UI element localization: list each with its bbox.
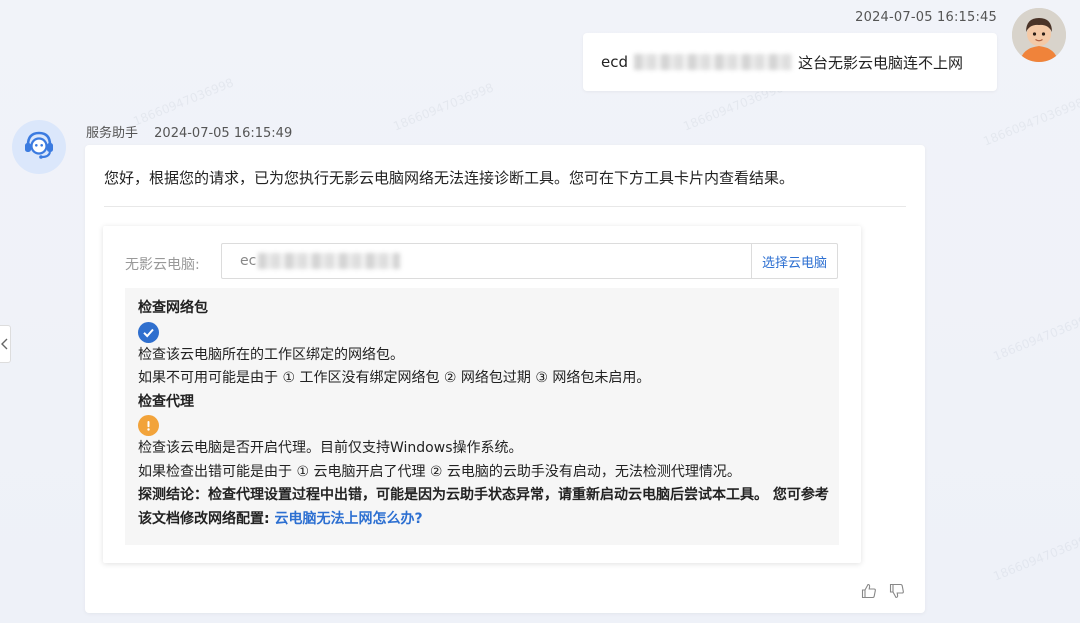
- user-message-prefix: ecd: [601, 53, 628, 71]
- redacted-id: [258, 253, 401, 269]
- watermark: 18660947036998: [991, 530, 1080, 584]
- assistant-intro-text: 您好，根据您的请求，已为您执行无影云电脑网络无法连接诊断工具。您可在下方工具卡片…: [104, 169, 795, 187]
- watermark: 18660947036998: [391, 80, 496, 134]
- check-icon: [138, 321, 159, 343]
- check-note-proxy: 如果检查出错可能是由于 ① 云电脑开启了代理 ② 云电脑的云助手没有启动，无法检…: [138, 463, 741, 480]
- watermark: 18660947036998: [991, 310, 1080, 364]
- assistant-avatar: [12, 120, 66, 174]
- diagnostic-conclusion: 探测结论：检查代理设置过程中出错，可能是因为云助手状态异常，请重新启动云电脑后尝…: [138, 484, 839, 531]
- cloud-pc-field[interactable]: ec 选择云电脑: [221, 243, 838, 279]
- select-cloud-pc-button[interactable]: 选择云电脑: [751, 244, 837, 278]
- exclamation-icon: [138, 415, 159, 436]
- help-doc-link[interactable]: 云电脑无法上网怎么办?: [274, 511, 422, 527]
- diagnostic-results: 检查网络包 检查该云电脑所在的工作区绑定的网络包。 如果不可用可能是由于 ① 工…: [125, 288, 839, 545]
- thumbs-down-icon[interactable]: [889, 583, 905, 599]
- assistant-name: 服务助手: [86, 126, 139, 141]
- headset-icon: [22, 128, 56, 166]
- watermark: 18660947036998: [981, 95, 1080, 149]
- assistant-message-card: 您好，根据您的请求，已为您执行无影云电脑网络无法连接诊断工具。您可在下方工具卡片…: [85, 145, 925, 613]
- assistant-meta: 服务助手 2024-07-05 16:15:49: [86, 122, 292, 141]
- watermark: 18660947036998: [131, 75, 236, 129]
- check-desc-proxy: 检查该云电脑是否开启代理。目前仅支持Windows操作系统。: [138, 440, 523, 456]
- cloud-pc-label: 无影云电脑:: [125, 257, 200, 273]
- divider: [104, 206, 906, 207]
- cloud-pc-value: ec: [222, 253, 751, 269]
- check-title-proxy: 检查代理: [138, 393, 194, 410]
- collapse-panel-button[interactable]: [0, 325, 11, 363]
- chevron-left-icon: [1, 335, 9, 354]
- user-message-bubble: ecd 这台无影云电脑连不上网: [583, 33, 997, 91]
- diagnostic-tool-card: 无影云电脑: ec 选择云电脑 检查网络包 检查该云电脑所在的工作区绑定的网络包…: [103, 226, 861, 563]
- conclusion-text: 探测结论：检查代理设置过程中出错，可能是因为云助手状态异常，请重新启动云电脑后尝…: [138, 487, 829, 527]
- thumbs-up-icon[interactable]: [861, 583, 877, 599]
- cloud-pc-value-prefix: ec: [240, 253, 257, 269]
- user-avatar: [1012, 8, 1066, 62]
- check-note-network-package: 如果不可用可能是由于 ① 工作区没有绑定网络包 ② 网络包过期 ③ 网络包未启用…: [138, 370, 651, 386]
- user-message-timestamp: 2024-07-05 16:15:45: [855, 10, 997, 25]
- user-message-text: 这台无影云电脑连不上网: [798, 53, 964, 72]
- redacted-id: [634, 54, 792, 70]
- check-desc-network-package: 检查该云电脑所在的工作区绑定的网络包。: [138, 346, 404, 363]
- check-title-network-package: 检查网络包: [138, 300, 208, 316]
- feedback-actions: [861, 583, 905, 599]
- assistant-timestamp: 2024-07-05 16:15:49: [154, 126, 293, 141]
